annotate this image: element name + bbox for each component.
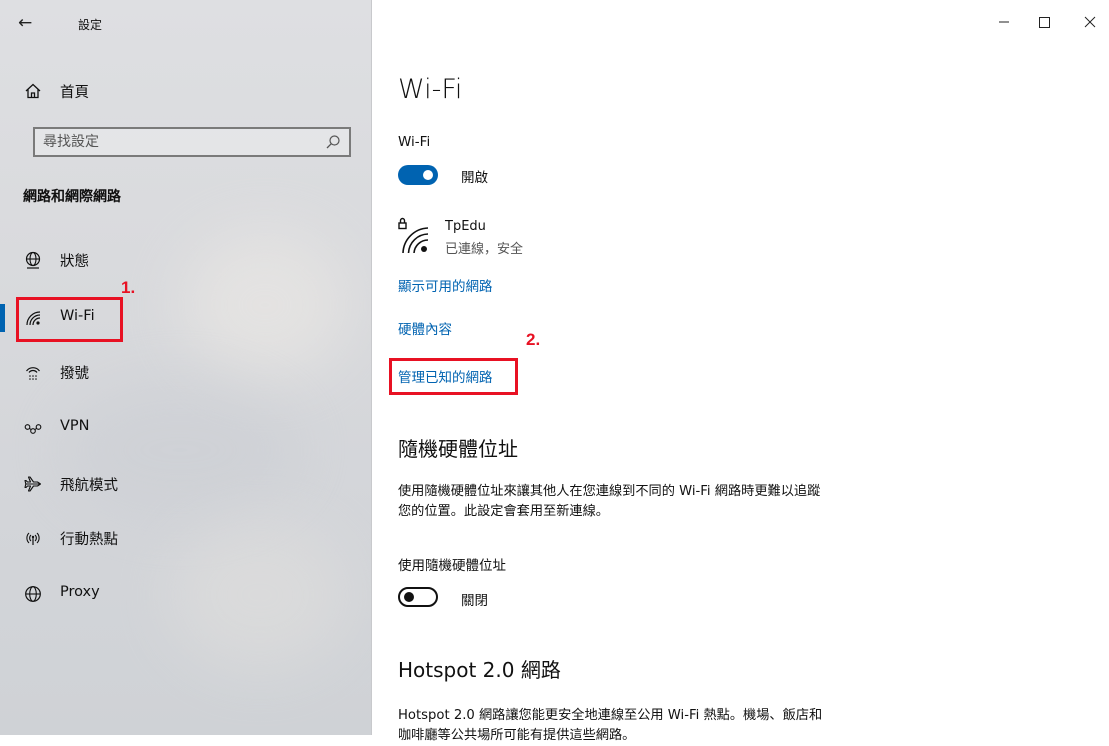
section-title: 網路和網際網路 — [23, 189, 121, 205]
main-content: Wi-Fi Wi-Fi 開啟 TpEdu 已連線，安全 顯示可用的網路 硬體內容… — [372, 0, 1109, 743]
wifi-toggle-state: 開啟 — [461, 170, 488, 186]
vpn-icon — [24, 424, 42, 434]
show-available-networks-link[interactable]: 顯示可用的網路 — [398, 275, 493, 295]
sidebar-item-label: 撥號 — [60, 366, 89, 382]
description-line: 咖啡廳等公共場所可能有提供這些網路。 — [398, 728, 636, 743]
random-mac-description: 使用隨機硬體位址來讓其他人在您連線到不同的 Wi-Fi 網路時更難以追蹤 您的位… — [398, 482, 958, 522]
sidebar-item-mobile-hotspot[interactable]: 行動熱點 — [0, 516, 371, 560]
network-status: 已連線，安全 — [445, 242, 524, 257]
active-indicator — [0, 304, 5, 332]
sidebar-item-status[interactable]: 狀態 — [0, 238, 371, 282]
wifi-toggle[interactable] — [398, 165, 438, 185]
random-mac-toggle[interactable] — [398, 587, 438, 607]
minimize-button[interactable] — [984, 10, 1024, 34]
title-bar: ← 設定 — [0, 0, 371, 48]
sidebar-item-label: Proxy — [60, 584, 100, 600]
random-mac-toggle-state: 關閉 — [461, 593, 488, 609]
close-button[interactable] — [1070, 10, 1109, 34]
annotation-step-2: 2. — [526, 330, 541, 349]
description-line: 您的位置。此設定會套用至新連線。 — [398, 504, 609, 519]
sidebar-item-airplane-mode[interactable]: 飛航模式 — [0, 462, 371, 506]
sidebar-item-home[interactable]: 首頁 — [0, 73, 371, 109]
back-arrow-icon[interactable]: ← — [18, 12, 46, 34]
sidebar-item-label: 行動熱點 — [60, 532, 118, 548]
search-icon[interactable] — [325, 134, 341, 150]
close-icon — [1084, 16, 1096, 28]
sidebar: ← 設定 首頁 網路和網際網路 狀態 W — [0, 0, 372, 735]
hotspot-title: Hotspot 2.0 網路 — [398, 658, 561, 682]
globe-icon — [25, 586, 41, 602]
hotspot-description: Hotspot 2.0 網路讓您能更安全地連線至公用 Wi-Fi 熱點。機場、飯… — [398, 706, 958, 746]
description-line: 使用隨機硬體位址來讓其他人在您連線到不同的 Wi-Fi 網路時更難以追蹤 — [398, 484, 821, 499]
annotation-box-wifi — [16, 297, 123, 342]
network-name: TpEdu — [445, 219, 486, 234]
search-input[interactable] — [43, 132, 313, 152]
hotspot-icon — [26, 532, 40, 545]
airplane-icon — [24, 476, 42, 492]
sidebar-item-label: VPN — [60, 418, 90, 434]
description-line: Hotspot 2.0 網路讓您能更安全地連線至公用 Wi-Fi 熱點。機場、飯… — [398, 708, 823, 723]
hardware-properties-link[interactable]: 硬體內容 — [398, 318, 452, 338]
sidebar-item-dialup[interactable]: 撥號 — [0, 350, 371, 394]
random-mac-title: 隨機硬體位址 — [398, 437, 518, 461]
sidebar-item-proxy[interactable]: Proxy — [0, 572, 371, 616]
search-box[interactable] — [33, 127, 351, 157]
globe-status-icon — [25, 251, 41, 269]
maximize-icon — [1039, 17, 1050, 28]
toggle-knob — [423, 170, 433, 180]
annotation-box-manage — [389, 358, 518, 395]
page-title: Wi-Fi — [398, 74, 463, 105]
app-title: 設定 — [78, 18, 103, 32]
home-icon — [25, 83, 41, 99]
annotation-step-1: 1. — [121, 278, 136, 297]
wifi-toggle-label: Wi-Fi — [398, 134, 431, 150]
sidebar-item-label: 首頁 — [60, 85, 89, 101]
sidebar-item-vpn[interactable]: VPN — [0, 406, 371, 450]
random-mac-toggle-label: 使用隨機硬體位址 — [398, 558, 506, 574]
toggle-knob — [404, 592, 414, 602]
minimize-icon — [999, 21, 1009, 23]
secured-wifi-icon — [398, 217, 429, 254]
dialup-icon — [26, 367, 40, 380]
sidebar-item-label: 狀態 — [60, 254, 89, 270]
sidebar-item-label: 飛航模式 — [60, 478, 118, 494]
maximize-button[interactable] — [1024, 10, 1064, 34]
